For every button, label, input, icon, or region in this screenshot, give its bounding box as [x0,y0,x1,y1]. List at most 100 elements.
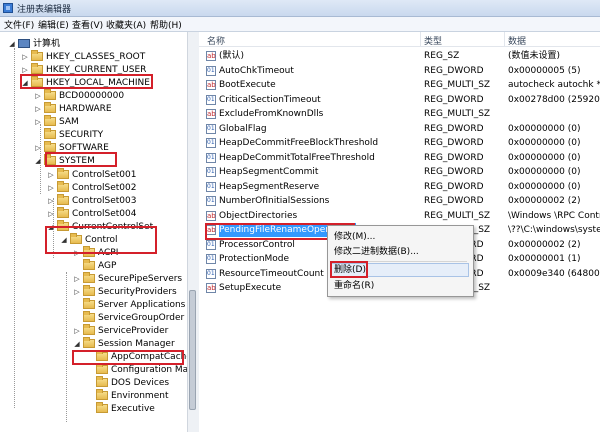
value-data: 0x0009e340 (648000) [508,268,600,279]
key-tree-pane[interactable]: ◢ 计算机 ▷ HKEY_CLASSES_ROOT ▷ HKEY_CURRENT_USER… [0,32,199,432]
column-header-name[interactable]: 名称 [207,34,225,47]
column-header-data[interactable]: 数据 [508,34,526,47]
context-rename[interactable]: 重命名(R) [334,279,374,293]
value-row[interactable]: ObjectDirectories REG_MULTI_SZ \Windows \R… [199,209,600,223]
tree-item[interactable]: ▷ SecurePipeServers [73,271,182,286]
tree-item-label: SOFTWARE [59,143,109,154]
expand-arrow-icon[interactable]: ▷ [34,102,42,116]
tree-item-label: Environment [111,391,169,402]
value-row[interactable]: CriticalSectionTimeout REG_DWORD 0x00278d0… [199,93,600,107]
binary-value-icon [206,238,216,252]
tree-item-label: ControlSet003 [72,195,137,206]
value-row[interactable]: AutoChkTimeout REG_DWORD 0x00000005 (5) [199,64,600,78]
expand-arrow-icon[interactable]: ▷ [47,181,55,195]
value-row[interactable]: GlobalFlag REG_DWORD 0x00000000 (0) [199,122,600,136]
menu-view[interactable]: 查看(V) [72,18,103,31]
tree-item[interactable]: ◢ Session Manager [73,337,175,351]
tree-item[interactable]: ◢ CurrentControlSet [47,219,153,234]
expand-arrow-icon[interactable]: ▷ [21,50,29,64]
tree-item[interactable]: Executive [86,402,155,416]
context-modify[interactable]: 修改(M)... [334,230,375,244]
value-type: REG_DWORD [424,167,484,177]
tree-item[interactable]: DOS Devices [86,376,169,390]
tree-item[interactable]: ▷ ControlSet001 [47,167,137,182]
tree-item[interactable]: ▷ ControlSet003 [47,193,137,208]
expand-arrow-icon[interactable]: ▷ [47,168,55,182]
value-type: REG_DWORD [424,94,484,105]
tree-item[interactable]: ▷ HKEY_CLASSES_ROOT [21,50,145,64]
expand-arrow-icon[interactable]: ▷ [73,324,81,338]
tree-item[interactable]: SECURITY [34,128,103,142]
folder-icon [44,141,56,153]
expand-arrow-icon[interactable]: ▷ [21,63,29,77]
value-row[interactable]: NumberOfInitialSessions REG_DWORD 0x000000… [199,194,600,208]
tree-item[interactable]: ▷ BCD00000000 [34,89,124,103]
tree-guide-line [14,48,15,408]
tree-item[interactable]: ▷ SOFTWARE [34,141,109,155]
context-modify-binary[interactable]: 修改二进制数据(B)... [334,245,419,259]
folder-icon [57,206,69,218]
value-data: autocheck autochk * [508,80,600,90]
tree-item[interactable]: ServiceGroupOrder [73,311,184,325]
value-name: ExcludeFromKnownDlls [219,109,324,119]
tree-item-label: ControlSet001 [72,169,137,180]
collapse-arrow-icon[interactable]: ◢ [60,233,68,247]
context-delete[interactable]: 删除(D) [334,263,366,277]
value-name: ProcessorControl [219,239,295,250]
tree-item[interactable]: ▷ ACPI [73,245,118,260]
tree-item[interactable]: ▷ HARDWARE [34,102,112,116]
tree-item[interactable]: ◢ 计算机 [8,37,60,51]
folder-icon [44,154,56,166]
value-row[interactable]: HeapSegmentReserve REG_DWORD 0x00000000 (0… [199,180,600,194]
tree-item[interactable]: AppCompatCache [86,350,192,364]
tree-item[interactable]: ▷ SecurityProviders [73,284,177,299]
tree-item[interactable]: Configuration Ma [86,363,188,377]
tree-item-label: Session Manager [98,339,175,350]
expand-arrow-icon[interactable]: ▷ [73,272,81,286]
tree-item[interactable]: ◢ HKEY_LOCAL_MACHINE [21,76,150,90]
tree-item[interactable]: Server Applications [73,298,185,312]
context-separator [332,261,467,262]
folder-icon [83,324,95,336]
folder-icon [31,76,43,88]
tree-item[interactable]: ◢ Control [60,232,118,247]
value-type: REG_MULTI_SZ [424,80,491,90]
expand-arrow-icon[interactable]: ▷ [73,285,81,299]
folder-icon [83,245,95,257]
menu-favorites[interactable]: 收藏夹(A) [106,18,146,31]
value-row[interactable]: (默认) REG_SZ (数值未设置) [199,49,600,63]
collapse-arrow-icon[interactable]: ◢ [21,76,29,90]
value-type: REG_MULTI_SZ [424,210,491,221]
expand-arrow-icon[interactable]: ▷ [34,89,42,103]
folder-icon [57,219,69,231]
column-header-type[interactable]: 类型 [424,34,442,47]
collapse-arrow-icon[interactable]: ◢ [73,337,81,351]
menu-file[interactable]: 文件(F) [4,18,34,31]
tree-scrollbar-thumb[interactable] [189,290,196,410]
value-data: 0x00000002 (2) [508,239,581,250]
tree-item[interactable]: ◢ SYSTEM [34,154,95,168]
tree-item-label: HARDWARE [59,104,112,115]
value-row[interactable]: HeapDeCommitFreeBlockThreshold REG_DWORD 0… [199,136,600,150]
column-divider[interactable] [420,32,421,46]
binary-value-icon [206,122,216,136]
value-row[interactable]: HeapSegmentCommit REG_DWORD 0x00000000 (0) [199,165,600,179]
menu-help[interactable]: 帮助(H) [150,18,182,31]
tree-item[interactable]: ▷ ServiceProvider [73,324,168,338]
tree-item[interactable]: ▷ HKEY_CURRENT_USER [21,63,146,77]
folder-icon [44,102,56,114]
tree-item[interactable]: AGP [73,258,116,273]
tree-item[interactable]: ▷ ControlSet002 [47,180,137,195]
tree-guide-line [66,272,67,422]
value-row[interactable]: HeapDeCommitTotalFreeThreshold REG_DWORD 0… [199,151,600,165]
value-row[interactable]: ExcludeFromKnownDlls REG_MULTI_SZ [199,107,600,121]
expand-arrow-icon[interactable]: ▷ [73,246,81,260]
tree-item[interactable]: Environment [86,389,168,403]
folder-icon [31,50,43,62]
value-data: \??\C:\windows\syster [508,225,600,235]
menu-edit[interactable]: 编辑(E) [38,18,69,31]
tree-item[interactable]: ▷ ControlSet004 [47,206,137,221]
value-data: 0x00278d00 (2592000 [508,94,600,105]
column-divider[interactable] [504,32,505,46]
value-row[interactable]: BootExecute REG_MULTI_SZ autocheck autochk… [199,78,600,92]
